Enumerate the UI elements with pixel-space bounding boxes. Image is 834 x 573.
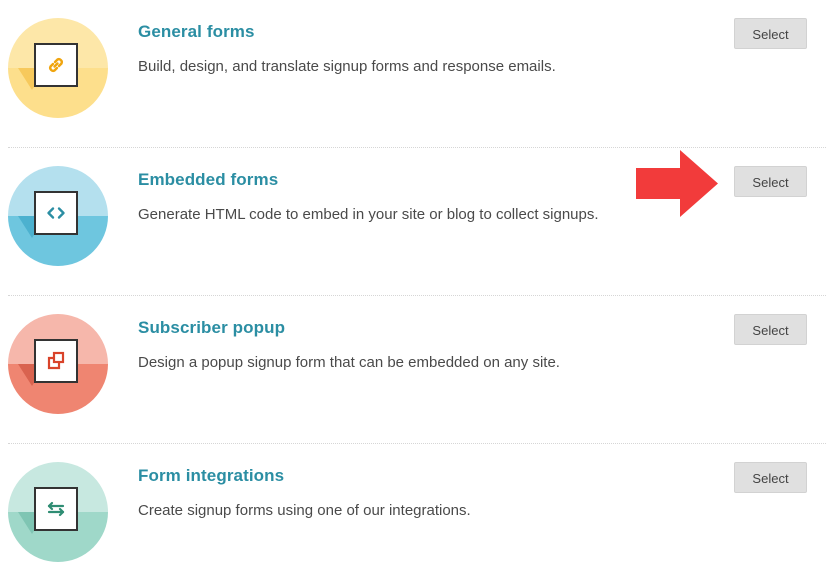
embedded-forms-badge	[8, 166, 108, 266]
subscriber-popup-select-button[interactable]: Select	[734, 314, 807, 345]
form-option-general: General forms Build, design, and transla…	[0, 0, 834, 148]
swap-arrows-icon	[34, 487, 78, 531]
general-forms-badge	[8, 18, 108, 118]
option-title: Form integrations	[138, 466, 285, 485]
general-forms-select-button[interactable]: Select	[734, 18, 807, 49]
popup-icon	[34, 339, 78, 383]
form-integrations-select-button[interactable]: Select	[734, 462, 807, 493]
option-description: Create signup forms using one of our int…	[138, 502, 471, 519]
red-arrow-icon	[636, 150, 718, 217]
form-type-list: General forms Build, design, and transla…	[0, 0, 834, 573]
option-description: Build, design, and translate signup form…	[138, 58, 556, 75]
form-integrations-badge	[8, 462, 108, 562]
form-option-integrations: Form integrations Create signup forms us…	[0, 444, 834, 573]
link-icon	[34, 43, 78, 87]
option-description: Generate HTML code to embed in your site…	[138, 206, 599, 223]
code-icon	[34, 191, 78, 235]
option-title: Embedded forms	[138, 170, 279, 189]
form-option-popup: Subscriber popup Design a popup signup f…	[0, 296, 834, 444]
option-description: Design a popup signup form that can be e…	[138, 354, 560, 371]
embedded-forms-select-button[interactable]: Select	[734, 166, 807, 197]
subscriber-popup-badge	[8, 314, 108, 414]
option-title: General forms	[138, 22, 255, 41]
option-title: Subscriber popup	[138, 318, 286, 337]
